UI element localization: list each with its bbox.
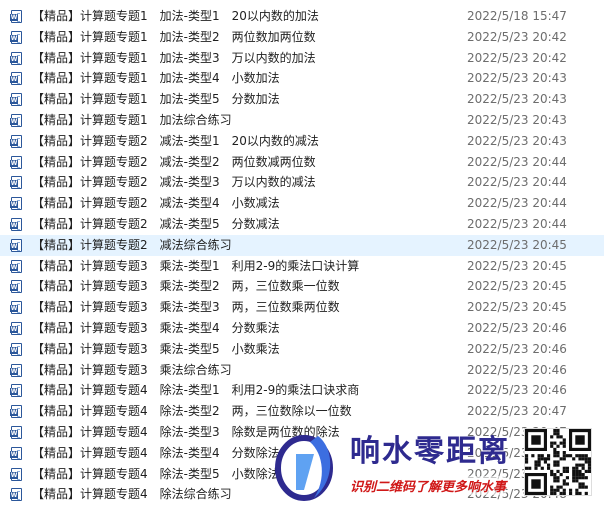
word-document-icon	[10, 446, 22, 460]
file-name: 【精品】计算题专题2 减法-类型2 两位数减两位数	[32, 154, 316, 169]
file-modified-date: 2022/5/23 20:45	[467, 300, 567, 315]
file-name: 【精品】计算题专题1 加法综合练习	[32, 112, 232, 127]
file-name: 【精品】计算题专题2 减法综合练习	[32, 237, 232, 252]
word-document-icon	[10, 93, 22, 107]
file-row[interactable]: 【精品】计算题专题2 减法-类型4 小数减法 2022/5/23 20:44	[0, 193, 604, 214]
file-name: 【精品】计算题专题1 加法-类型3 万以内数的加法	[32, 50, 316, 65]
file-name: 【精品】计算题专题1 加法-类型5 分数加法	[32, 92, 280, 107]
file-modified-date: 2022/5/23 20:47	[467, 424, 567, 439]
word-document-icon	[10, 321, 22, 335]
file-row[interactable]: 【精品】计算题专题4 除法-类型4 分数除法 2022/5/23 20:47	[0, 443, 604, 464]
file-row[interactable]: 【精品】计算题专题3 乘法-类型1 利用2-9的乘法口诀计算 2022/5/23 …	[0, 256, 604, 277]
file-row[interactable]: 【精品】计算题专题1 加法-类型1 20以内数的加法 2022/5/18 15:4…	[0, 6, 604, 27]
word-document-icon	[10, 238, 22, 252]
file-modified-date: 2022/5/23 20:43	[467, 133, 567, 148]
file-row[interactable]: 【精品】计算题专题4 除法-类型1 利用2-9的乘法口诀求商 2022/5/23 …	[0, 380, 604, 401]
file-name: 【精品】计算题专题3 乘法综合练习	[32, 362, 232, 377]
file-name: 【精品】计算题专题2 减法-类型1 20以内数的减法	[32, 133, 319, 148]
file-name: 【精品】计算题专题4 除法-类型5 小数除法	[32, 466, 280, 481]
file-name: 【精品】计算题专题3 乘法-类型5 小数乘法	[32, 341, 280, 356]
file-name: 【精品】计算题专题3 乘法-类型4 分数乘法	[32, 320, 280, 335]
word-document-icon	[10, 425, 22, 439]
file-modified-date: 2022/5/23 20:42	[467, 50, 567, 65]
word-document-icon	[10, 405, 22, 419]
file-row[interactable]: 【精品】计算题专题2 减法-类型3 万以内数的减法 2022/5/23 20:44	[0, 172, 604, 193]
file-modified-date: 2022/5/23 20:43	[467, 112, 567, 127]
file-modified-date: 2022/5/23 20:45	[467, 237, 567, 252]
file-name: 【精品】计算题专题2 减法-类型3 万以内数的减法	[32, 175, 316, 190]
file-row[interactable]: 【精品】计算题专题2 减法-类型1 20以内数的减法 2022/5/23 20:4…	[0, 131, 604, 152]
file-row[interactable]: 【精品】计算题专题2 减法-类型5 分数减法 2022/5/23 20:44	[0, 214, 604, 235]
file-modified-date: 2022/5/23 20:45	[467, 279, 567, 294]
word-document-icon	[10, 197, 22, 211]
file-name: 【精品】计算题专题2 减法-类型5 分数减法	[32, 216, 280, 231]
file-row[interactable]: 【精品】计算题专题4 除法-类型3 除数是两位数的除法 2022/5/23 20:…	[0, 422, 604, 443]
file-modified-date: 2022/5/23 20:46	[467, 362, 567, 377]
file-modified-date: 2022/5/23 20:42	[467, 29, 567, 44]
word-document-icon	[10, 280, 22, 294]
file-modified-date: 2022/5/23 20:44	[467, 154, 567, 169]
word-document-icon	[10, 467, 22, 481]
file-row[interactable]: 【精品】计算题专题1 加法-类型2 两位数加两位数 2022/5/23 20:42	[0, 27, 604, 48]
file-name: 【精品】计算题专题4 除法-类型3 除数是两位数的除法	[32, 424, 340, 439]
file-row[interactable]: 【精品】计算题专题3 乘法综合练习 2022/5/23 20:46	[0, 360, 604, 381]
file-name: 【精品】计算题专题1 加法-类型1 20以内数的加法	[32, 9, 319, 23]
file-name: 【精品】计算题专题2 减法-类型4 小数减法	[32, 196, 280, 211]
file-list: 【精品】计算题专题1 加法-类型1 20以内数的加法 2022/5/18 15:4…	[0, 6, 604, 505]
word-document-icon	[10, 155, 22, 169]
file-modified-date: 2022/5/23 20:44	[467, 175, 567, 190]
file-modified-date: 2022/5/23 20:43	[467, 71, 567, 86]
file-name: 【精品】计算题专题1 加法-类型2 两位数加两位数	[32, 29, 316, 44]
file-name: 【精品】计算题专题4 除法-类型4 分数除法	[32, 445, 280, 460]
word-document-icon	[10, 363, 22, 377]
file-name: 【精品】计算题专题3 乘法-类型2 两，三位数乘一位数	[32, 279, 340, 294]
file-modified-date: 2022/5/23 20:46	[467, 383, 567, 398]
word-document-icon	[10, 72, 22, 86]
word-document-icon	[10, 134, 22, 148]
word-document-icon	[10, 113, 22, 127]
file-name: 【精品】计算题专题4 除法-类型1 利用2-9的乘法口诀求商	[32, 383, 360, 398]
file-modified-date: 2022/5/23 20:45	[467, 258, 567, 273]
word-document-icon	[10, 342, 22, 356]
file-row[interactable]: 【精品】计算题专题1 加法综合练习 2022/5/23 20:43	[0, 110, 604, 131]
file-row[interactable]: 【精品】计算题专题3 乘法-类型4 分数乘法 2022/5/23 20:46	[0, 318, 604, 339]
file-modified-date: 2022/5/23 20:43	[467, 92, 567, 107]
word-document-icon	[10, 10, 22, 23]
file-row[interactable]: 【精品】计算题专题1 加法-类型4 小数加法 2022/5/23 20:43	[0, 68, 604, 89]
file-row[interactable]: 【精品】计算题专题4 除法-类型5 小数除法 2022/5/23 20:48	[0, 464, 604, 485]
file-modified-date: 2022/5/23 20:47	[467, 445, 567, 460]
word-document-icon	[10, 384, 22, 398]
file-modified-date: 2022/5/18 15:47	[467, 9, 567, 23]
file-row[interactable]: 【精品】计算题专题4 除法-类型2 两，三位数除以一位数 2022/5/23 20…	[0, 401, 604, 422]
file-row[interactable]: 【精品】计算题专题1 加法-类型3 万以内数的加法 2022/5/23 20:42	[0, 48, 604, 69]
file-name: 【精品】计算题专题3 乘法-类型1 利用2-9的乘法口诀计算	[32, 258, 360, 273]
file-row[interactable]: 【精品】计算题专题2 减法综合练习 2022/5/23 20:45	[0, 234, 604, 256]
file-name: 【精品】计算题专题4 除法-类型2 两，三位数除以一位数	[32, 404, 352, 419]
file-row[interactable]: 【精品】计算题专题3 乘法-类型5 小数乘法 2022/5/23 20:46	[0, 339, 604, 360]
file-name: 【精品】计算题专题4 除法综合练习	[32, 487, 232, 502]
file-row[interactable]: 【精品】计算题专题3 乘法-类型2 两，三位数乘一位数 2022/5/23 20:…	[0, 276, 604, 297]
file-name: 【精品】计算题专题3 乘法-类型3 两，三位数乘两位数	[32, 300, 340, 315]
word-document-icon	[10, 301, 22, 315]
file-modified-date: 2022/5/23 20:46	[467, 320, 567, 335]
word-document-icon	[10, 217, 22, 231]
file-modified-date: 2022/5/23 20:44	[467, 216, 567, 231]
file-row[interactable]: 【精品】计算题专题1 加法-类型5 分数加法 2022/5/23 20:43	[0, 89, 604, 110]
file-modified-date: 2022/5/23 20:46	[467, 341, 567, 356]
word-document-icon	[10, 51, 22, 65]
file-modified-date: 2022/5/23 20:48	[467, 466, 567, 481]
word-document-icon	[10, 259, 22, 273]
file-row[interactable]: 【精品】计算题专题4 除法综合练习 2022/5/23 20:48	[0, 484, 604, 505]
file-modified-date: 2022/5/23 20:47	[467, 404, 567, 419]
word-document-icon	[10, 30, 22, 44]
file-modified-date: 2022/5/23 20:44	[467, 196, 567, 211]
word-document-icon	[10, 176, 22, 190]
file-name: 【精品】计算题专题1 加法-类型4 小数加法	[32, 71, 280, 86]
file-row[interactable]: 【精品】计算题专题3 乘法-类型3 两，三位数乘两位数 2022/5/23 20:…	[0, 297, 604, 318]
file-row[interactable]: 【精品】计算题专题2 减法-类型2 两位数减两位数 2022/5/23 20:44	[0, 152, 604, 173]
word-document-icon	[10, 488, 22, 502]
file-modified-date: 2022/5/23 20:48	[467, 487, 567, 502]
